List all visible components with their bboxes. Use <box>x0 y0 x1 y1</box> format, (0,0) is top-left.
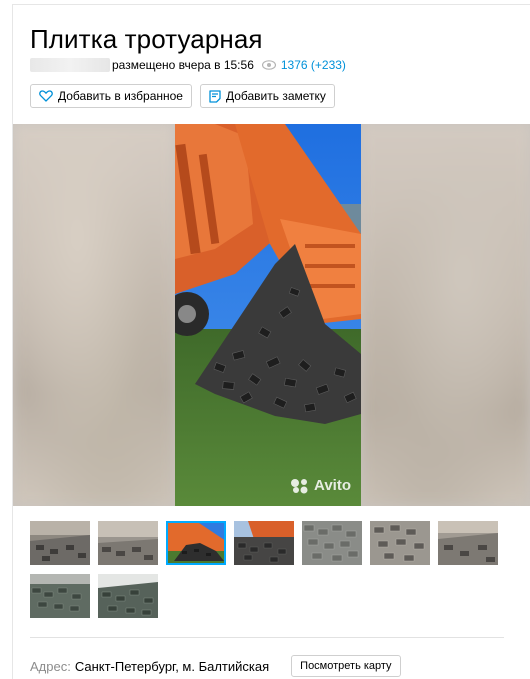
posted-date: размещено вчера в 15:56 <box>112 58 254 72</box>
listing-meta: размещено вчера в 15:56 1376 (+233) <box>30 57 346 73</box>
thumbnail[interactable] <box>370 521 430 565</box>
avito-watermark: Avito <box>290 477 351 494</box>
thumbnail[interactable] <box>30 521 90 565</box>
thumbnail-selected[interactable] <box>166 521 226 565</box>
view-map-button[interactable]: Посмотреть карту <box>291 655 401 677</box>
main-photo[interactable]: Avito <box>175 124 361 506</box>
gallery-blur-background-left <box>13 124 175 506</box>
thumbnail[interactable] <box>30 574 90 618</box>
add-note-button[interactable]: Добавить заметку <box>199 84 335 108</box>
note-icon <box>209 89 221 103</box>
eye-icon <box>261 60 276 70</box>
add-favorite-label: Добавить в избранное <box>58 89 183 103</box>
heart-icon <box>39 90 53 102</box>
add-favorite-button[interactable]: Добавить в избранное <box>30 84 192 108</box>
thumbnail[interactable] <box>302 521 362 565</box>
photo-gallery[interactable]: Avito <box>13 124 530 506</box>
add-note-label: Добавить заметку <box>225 89 326 103</box>
address-label: Адрес: <box>30 658 71 674</box>
thumbnail[interactable] <box>234 521 294 565</box>
main-photo-image <box>175 124 361 506</box>
thumbnail-strip <box>30 521 498 618</box>
thumbnail[interactable] <box>438 521 498 565</box>
address-value: Санкт-Петербург, м. Балтийская <box>74 658 270 674</box>
listing-actions: Добавить в избранное Добавить заметку <box>30 84 335 108</box>
avito-logo-icon <box>291 478 308 493</box>
divider <box>30 637 504 638</box>
thumbnail[interactable] <box>98 521 158 565</box>
gallery-blur-background-right <box>361 124 530 506</box>
address-row: Адрес: Санкт-Петербург, м. Балтийская По… <box>30 655 401 677</box>
listing-title: Плитка тротуарная <box>30 24 263 54</box>
avito-watermark-text: Avito <box>314 477 351 494</box>
thumbnail[interactable] <box>98 574 158 618</box>
views-count-link[interactable]: 1376 (+233) <box>281 58 346 72</box>
blurred-listing-id <box>30 58 110 72</box>
